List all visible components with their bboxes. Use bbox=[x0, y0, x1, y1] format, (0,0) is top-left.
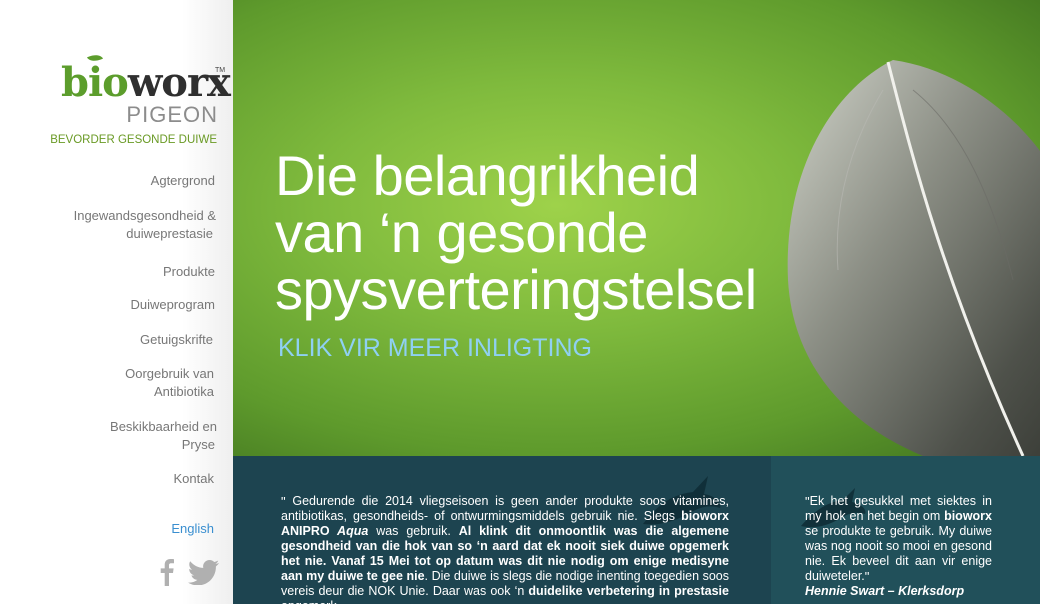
logo-subtitle: PIGEON bbox=[126, 102, 218, 127]
tagline: BEVORDER GESONDE DUIWE bbox=[50, 134, 217, 146]
language-switch-english[interactable]: English bbox=[171, 521, 214, 536]
sidebar: bioworx TM PIGEON BEVORDER GESONDE DUIWE… bbox=[0, 0, 233, 604]
more-info-link[interactable]: KLIK VIR MEER INLIGTING bbox=[278, 334, 592, 363]
nav-item-agtergrond[interactable]: Agtergrond bbox=[151, 172, 215, 190]
twitter-icon[interactable] bbox=[188, 560, 219, 590]
nav-item-duiweprogram[interactable]: Duiweprogram bbox=[130, 296, 215, 314]
testimonial-author: Hennie Swart – Klerksdorp bbox=[805, 584, 965, 598]
nav-item-ingewandsgesondheid[interactable]: Ingewandsgesondheid & duiweprestasie bbox=[74, 207, 216, 243]
hero-title: Die belangrikheid van ‘n gesonde spysver… bbox=[275, 144, 757, 321]
facebook-icon[interactable] bbox=[160, 558, 174, 591]
testimonial-panel-left: " Gedurende die 2014 vliegseisoen is gee… bbox=[233, 456, 771, 604]
nav-item-oorgebruik-antibiotika[interactable]: Oorgebruik van Antibiotika bbox=[125, 365, 214, 401]
trademark-mark: TM bbox=[215, 67, 226, 74]
testimonial-right-text: "Ek het gesukkel met siektes in my hok e… bbox=[805, 494, 992, 598]
logo-wordmark: bioworx bbox=[61, 59, 231, 106]
testimonial-panel-right: "Ek het gesukkel met siektes in my hok e… bbox=[771, 456, 1040, 604]
nav-item-kontak[interactable]: Kontak bbox=[174, 470, 214, 488]
bioworx-logo[interactable]: bioworx TM PIGEON bbox=[60, 51, 231, 130]
hero-banner[interactable]: Die belangrikheid van ‘n gesonde spysver… bbox=[233, 0, 1040, 456]
nav-item-beskikbaarheid-pryse[interactable]: Beskikbaarheid en Pryse bbox=[110, 418, 217, 454]
testimonial-left-text: " Gedurende die 2014 vliegseisoen is gee… bbox=[281, 494, 729, 604]
feather-illustration bbox=[787, 60, 1040, 456]
nav-item-produkte[interactable]: Produkte bbox=[163, 263, 215, 281]
nav-item-getuigskrifte[interactable]: Getuigskrifte bbox=[140, 331, 213, 349]
